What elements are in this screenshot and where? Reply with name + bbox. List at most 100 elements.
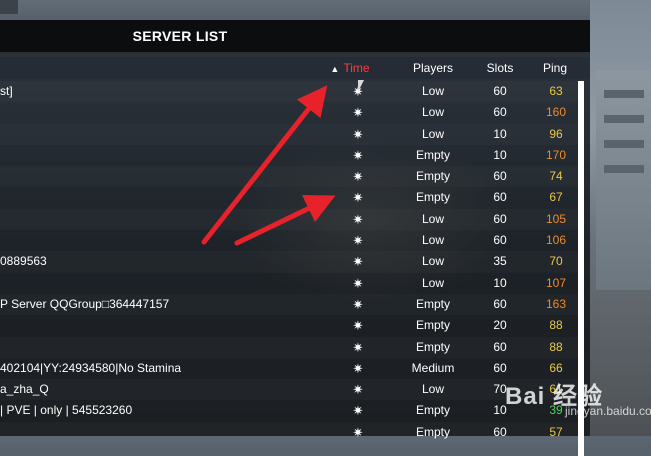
ping-value: 67 — [549, 190, 563, 205]
ping-value: 106 — [545, 233, 567, 248]
server-row[interactable]: 402104|YY:24934580|No Stamina ✷ Medium 60 66 — [0, 358, 580, 379]
background-scenery — [590, 0, 651, 436]
time-sun-icon: ✷ — [352, 382, 364, 398]
server-row[interactable]: ✷ Empty 10 170 — [0, 145, 580, 166]
ping-value: 88 — [549, 318, 563, 333]
server-row[interactable]: ✷ Low 60 106 — [0, 230, 580, 251]
slots-value: 60 — [493, 190, 507, 205]
server-row[interactable]: ✷ Low 60 160 — [0, 102, 580, 123]
players-value: Empty — [415, 318, 450, 333]
server-row[interactable]: ✷ Low 60 105 — [0, 209, 580, 230]
server-name — [0, 124, 330, 145]
time-sun-icon: ✷ — [352, 318, 364, 334]
server-name: | PVE | only | 545523260 — [0, 403, 133, 418]
slots-value: 60 — [493, 84, 507, 98]
title-bar: SERVER LIST — [0, 20, 590, 52]
players-value: Low — [421, 105, 444, 120]
time-sun-icon: ✷ — [352, 126, 364, 142]
players-value: Low — [421, 275, 444, 290]
players-value: Empty — [415, 147, 450, 162]
server-row[interactable]: ✷ Empty 60 74 — [0, 166, 580, 187]
players-value: Empty — [415, 339, 450, 354]
column-header-ping[interactable]: Ping — [528, 57, 582, 79]
window-title: SERVER LIST — [132, 28, 228, 44]
building-window — [604, 140, 644, 148]
players-value: Medium — [411, 360, 455, 375]
players-value: Empty — [415, 296, 450, 311]
server-row[interactable]: ✷ Empty 60 57 — [0, 422, 580, 443]
time-sun-icon: ✷ — [352, 275, 364, 291]
players-value: Empty — [415, 169, 450, 184]
server-list-panel: SERVER LIST ▲ Time Players Slots Ping st]… — [0, 20, 590, 456]
server-row[interactable]: 0889563 ✷ Low 35 70 — [0, 251, 580, 272]
watermark: Bai 经验 jingyan.baidu.com — [505, 376, 651, 426]
column-header-slots[interactable]: Slots — [474, 57, 526, 79]
mouse-cursor-icon — [358, 80, 364, 92]
slots-value: 10 — [493, 275, 507, 290]
slots-value: 60 — [493, 169, 507, 184]
slots-value: 35 — [493, 254, 507, 269]
players-value: Low — [421, 254, 444, 269]
players-value: Low — [421, 84, 444, 98]
server-name: st] — [0, 84, 13, 98]
time-sun-icon: ✷ — [352, 424, 364, 440]
server-row[interactable]: ✷ Empty 20 88 — [0, 315, 580, 336]
slots-value: 60 — [493, 233, 507, 248]
server-name — [0, 166, 330, 187]
column-header-time-label: Time — [343, 61, 370, 75]
server-name — [0, 422, 330, 443]
background-top — [0, 0, 651, 20]
ping-value: 163 — [545, 296, 567, 311]
server-row[interactable]: | PVE | only | 545523260 ✷ Empty 10 39 — [0, 400, 580, 421]
server-name — [0, 102, 330, 123]
time-sun-icon: ✷ — [352, 147, 364, 163]
server-row[interactable]: ✷ Empty 60 88 — [0, 337, 580, 358]
server-row[interactable]: ✷ Empty 60 67 — [0, 187, 580, 208]
ping-value: 63 — [549, 84, 563, 98]
background-fragment — [0, 0, 18, 14]
server-name: a_zha_Q — [0, 382, 49, 397]
ping-value: 160 — [545, 105, 567, 120]
server-name — [0, 187, 330, 208]
server-row[interactable]: ✷ Low 10 96 — [0, 124, 580, 145]
time-sun-icon: ✷ — [352, 211, 364, 227]
sort-asc-icon: ▲ — [330, 64, 340, 74]
ping-value: 107 — [545, 275, 567, 290]
column-header-time[interactable]: ▲ Time — [320, 57, 380, 79]
server-row[interactable]: a_zha_Q ✷ Low 70 61 — [0, 379, 580, 400]
ping-value: 170 — [545, 147, 567, 162]
time-sun-icon: ✷ — [352, 254, 364, 270]
players-value: Empty — [415, 190, 450, 205]
slots-value: 60 — [493, 339, 507, 354]
column-header-row: ▲ Time Players Slots Ping — [0, 57, 590, 79]
column-header-players[interactable]: Players — [398, 57, 468, 79]
title-divider — [0, 52, 590, 54]
slots-value: 60 — [493, 211, 507, 226]
server-row[interactable]: P Server QQGroup□364447157 ✷ Empty 60 163 — [0, 294, 580, 315]
slots-value: 20 — [493, 318, 507, 333]
time-sun-icon: ✷ — [352, 403, 364, 419]
players-value: Low — [421, 126, 444, 141]
slots-value: 60 — [493, 296, 507, 311]
building-window — [604, 165, 644, 173]
time-sun-icon: ✷ — [352, 169, 364, 185]
server-name: 402104|YY:24934580|No Stamina — [0, 360, 182, 375]
ping-value: 74 — [549, 169, 563, 184]
server-row[interactable]: ✷ Low 10 107 — [0, 273, 580, 294]
ping-value: 70 — [549, 254, 563, 269]
server-row[interactable]: st] ✷ Low 60 63 — [0, 81, 580, 102]
server-name — [0, 145, 330, 166]
time-sun-icon: ✷ — [352, 233, 364, 249]
slots-value: 10 — [493, 126, 507, 141]
server-name: P Server QQGroup□364447157 — [0, 296, 170, 311]
players-value: Low — [421, 382, 444, 397]
background-building — [596, 70, 651, 290]
time-sun-icon: ✷ — [352, 339, 364, 355]
ping-value: 96 — [549, 126, 563, 141]
time-sun-icon: ✷ — [352, 360, 364, 376]
server-rows: st] ✷ Low 60 63 ✷ Low 60 160 ✷ Low 10 96 ✷ Empty 10 170 ✷… — [0, 81, 580, 443]
server-name — [0, 337, 330, 358]
watermark-sub: jingyan.baidu.com — [565, 404, 651, 418]
slots-value: 10 — [493, 147, 507, 162]
server-name — [0, 209, 330, 230]
